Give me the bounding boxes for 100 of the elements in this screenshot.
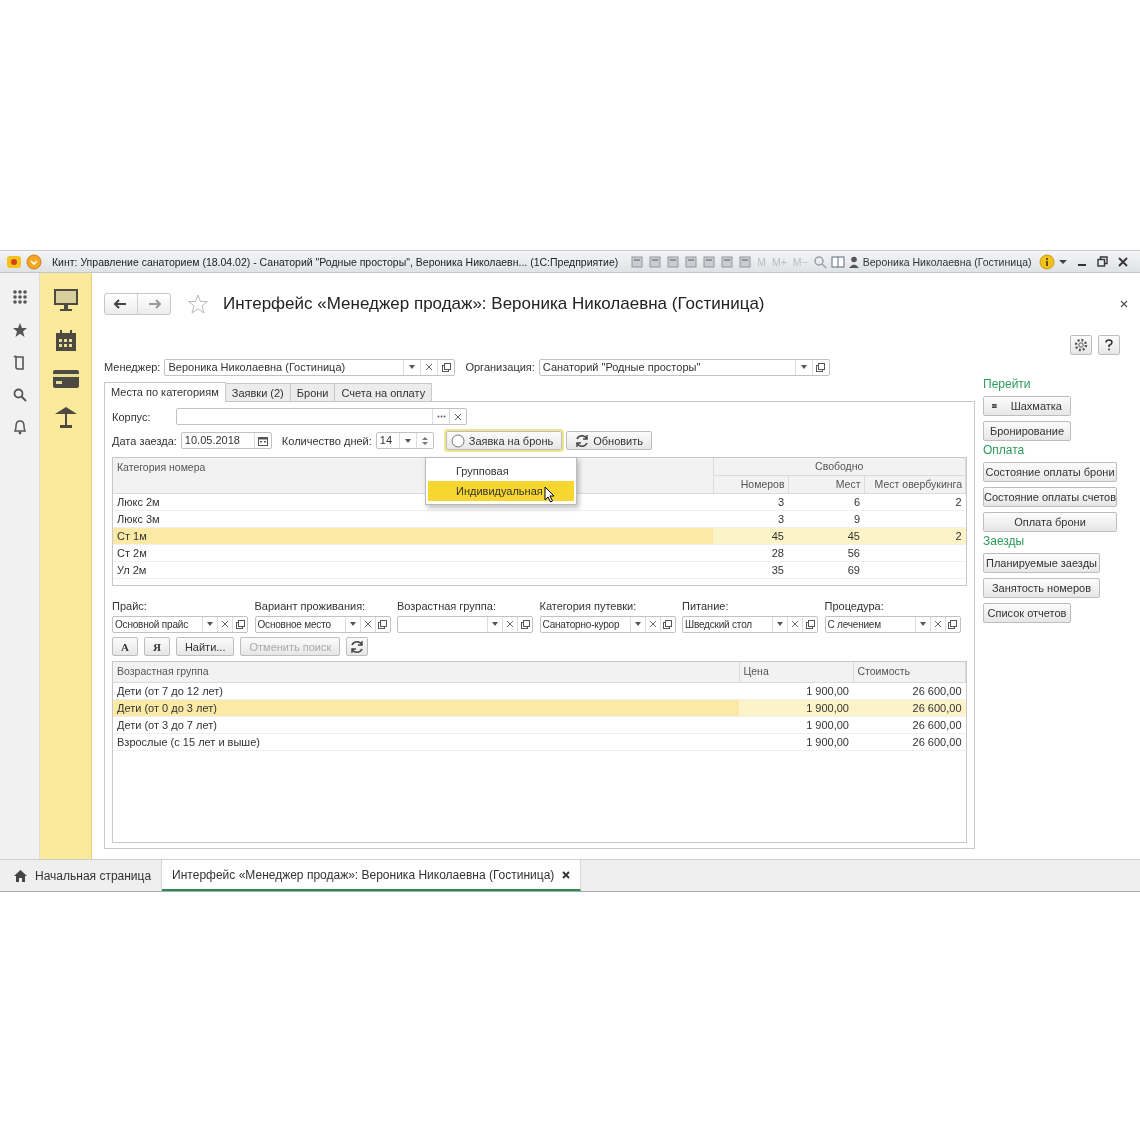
favorite-star-icon[interactable] (187, 294, 209, 314)
card-icon[interactable] (52, 370, 79, 388)
column-header[interactable]: Цена (739, 661, 853, 682)
table-cell: 1 900,00 (739, 733, 853, 750)
command-button[interactable]: Состояние оплаты счетов (983, 487, 1117, 507)
column-header[interactable]: Стоимость (853, 661, 966, 682)
tab[interactable]: Заявки (2) (224, 383, 291, 401)
caret-icon[interactable] (349, 622, 356, 627)
clear-icon[interactable] (507, 621, 513, 628)
caret-icon[interactable] (634, 622, 641, 627)
group-heading: Заезды (983, 534, 1025, 548)
clear-icon[interactable] (455, 413, 461, 420)
navigation-buttons[interactable] (104, 293, 171, 315)
table-cell: Люкс 3м (113, 510, 713, 528)
lamp-icon[interactable] (53, 406, 78, 428)
menu-icon[interactable] (26, 253, 42, 270)
open-icon[interactable] (520, 619, 530, 629)
search-button[interactable]: А (112, 637, 138, 657)
command-button[interactable]: Бронирование (983, 421, 1071, 441)
more-icon[interactable] (436, 415, 446, 419)
open-icon[interactable] (805, 619, 815, 629)
filter-field[interactable]: Шведский стол (682, 615, 818, 633)
user-name[interactable]: Вероника Николаевна (Гостиница) (862, 255, 1032, 268)
close-icon[interactable] (1118, 256, 1129, 267)
settings-button[interactable] (1070, 335, 1092, 355)
filter-field[interactable] (397, 615, 533, 633)
filter-field[interactable]: Санаторно-курор (539, 615, 676, 633)
menu-item[interactable]: Групповая (428, 460, 574, 481)
info-icon[interactable] (1039, 253, 1056, 270)
field-label: Менеджер: (104, 361, 161, 373)
forward-arrow-icon[interactable] (148, 299, 162, 309)
search-icon[interactable] (12, 388, 27, 402)
search-button[interactable]: Я (143, 637, 170, 657)
table-row[interactable]: Люкс 3м 3 9 (113, 510, 966, 528)
restore-icon[interactable] (1097, 256, 1109, 267)
caret-icon[interactable] (404, 438, 411, 443)
command-button[interactable]: Список отчетов (983, 603, 1071, 623)
window-title: Кинт: Управление санаторием (18.04.02) - Санаторий "Родные просторы", Вероника Николаевн... (1С:Предприятие) (52, 255, 619, 268)
filter-field[interactable]: С лечением (824, 615, 961, 633)
days-field[interactable]: 14 (375, 432, 434, 450)
filter-field[interactable]: Основное место (254, 615, 391, 633)
monitor-icon[interactable] (52, 288, 79, 312)
open-icon[interactable] (235, 619, 245, 629)
clear-icon[interactable] (792, 621, 798, 628)
close-icon[interactable] (562, 870, 571, 879)
tab[interactable]: Брони (289, 383, 336, 401)
clear-icon[interactable] (222, 621, 228, 628)
panel-icon[interactable] (830, 254, 845, 269)
building-field[interactable] (176, 408, 467, 426)
clear-icon[interactable] (649, 621, 656, 628)
manager-field[interactable]: Вероника Николаевна (Гостиница) (164, 358, 456, 376)
table-row[interactable]: Ул 2м 35 69 (113, 561, 966, 579)
field-label: Прайс: (112, 599, 148, 612)
open-icon[interactable] (441, 362, 451, 372)
caret-icon[interactable] (1059, 258, 1068, 265)
command-button[interactable]: Шахматка (983, 396, 1071, 416)
open-icon[interactable] (816, 362, 826, 372)
command-button[interactable]: Планируемые заезды (983, 553, 1100, 573)
table-row[interactable]: Взрослые (с 15 лет и выше) 1 900,00 26 600,00 (113, 733, 966, 750)
help-button[interactable] (1098, 335, 1120, 355)
tab-label: Начальная страница (35, 868, 152, 883)
open-icon[interactable] (663, 619, 672, 629)
caret-icon[interactable] (207, 622, 213, 627)
table-row[interactable]: Ст 1м 45 45 2 (113, 527, 966, 545)
request-button[interactable]: Заявка на бронь (445, 431, 563, 451)
spin-icon[interactable] (421, 435, 428, 446)
command-button[interactable]: Оплата брони (983, 512, 1117, 532)
history-icon[interactable] (12, 355, 27, 371)
clear-icon[interactable] (934, 621, 941, 628)
table-row[interactable]: Дети (от 3 до 7 лет) 1 900,00 26 600,00 (113, 716, 966, 733)
command-button[interactable]: Занятость номеров (983, 578, 1100, 598)
caret-icon[interactable] (919, 622, 926, 627)
caret-icon[interactable] (800, 365, 807, 369)
tab[interactable]: Счета на оплату (334, 383, 433, 401)
command-button[interactable]: Состояние оплаты брони (983, 462, 1117, 482)
table-row[interactable]: Дети (от 0 до 3 лет) 1 900,00 26 600,00 (113, 699, 966, 716)
close-icon[interactable] (1120, 300, 1128, 308)
star-icon[interactable] (11, 322, 28, 338)
column-header[interactable]: Возрастная группа (113, 661, 739, 682)
caret-icon[interactable] (777, 622, 783, 627)
open-icon[interactable] (948, 619, 957, 629)
filter-field[interactable]: Основной прайс (112, 615, 248, 633)
logo-icon[interactable] (6, 253, 22, 270)
open-icon[interactable] (378, 619, 387, 629)
date-field[interactable]: 10.05.2018 (180, 432, 272, 450)
table-row[interactable]: Ст 2м 28 56 (113, 544, 966, 562)
grid-icon[interactable] (11, 289, 28, 305)
organization-field[interactable]: Санаторий "Родные просторы" (538, 358, 830, 376)
search-button[interactable]: Найти... (175, 637, 235, 657)
back-arrow-icon[interactable] (113, 299, 127, 309)
tab[interactable]: Места по категориям (104, 382, 226, 402)
refresh-button[interactable] (346, 637, 369, 657)
bell-icon[interactable] (12, 419, 27, 435)
window-tab[interactable]: Интерфейс «Менеджер продаж»: Вероника Николаевна (Гостиница) (162, 860, 582, 891)
clear-icon[interactable] (426, 364, 433, 370)
table-row[interactable]: Дети (от 7 до 12 лет) 1 900,00 26 600,00 (113, 682, 966, 699)
caret-icon[interactable] (492, 622, 498, 627)
clear-icon[interactable] (364, 621, 371, 628)
caret-icon[interactable] (409, 365, 416, 369)
refresh-button[interactable]: Обновить (566, 431, 652, 451)
